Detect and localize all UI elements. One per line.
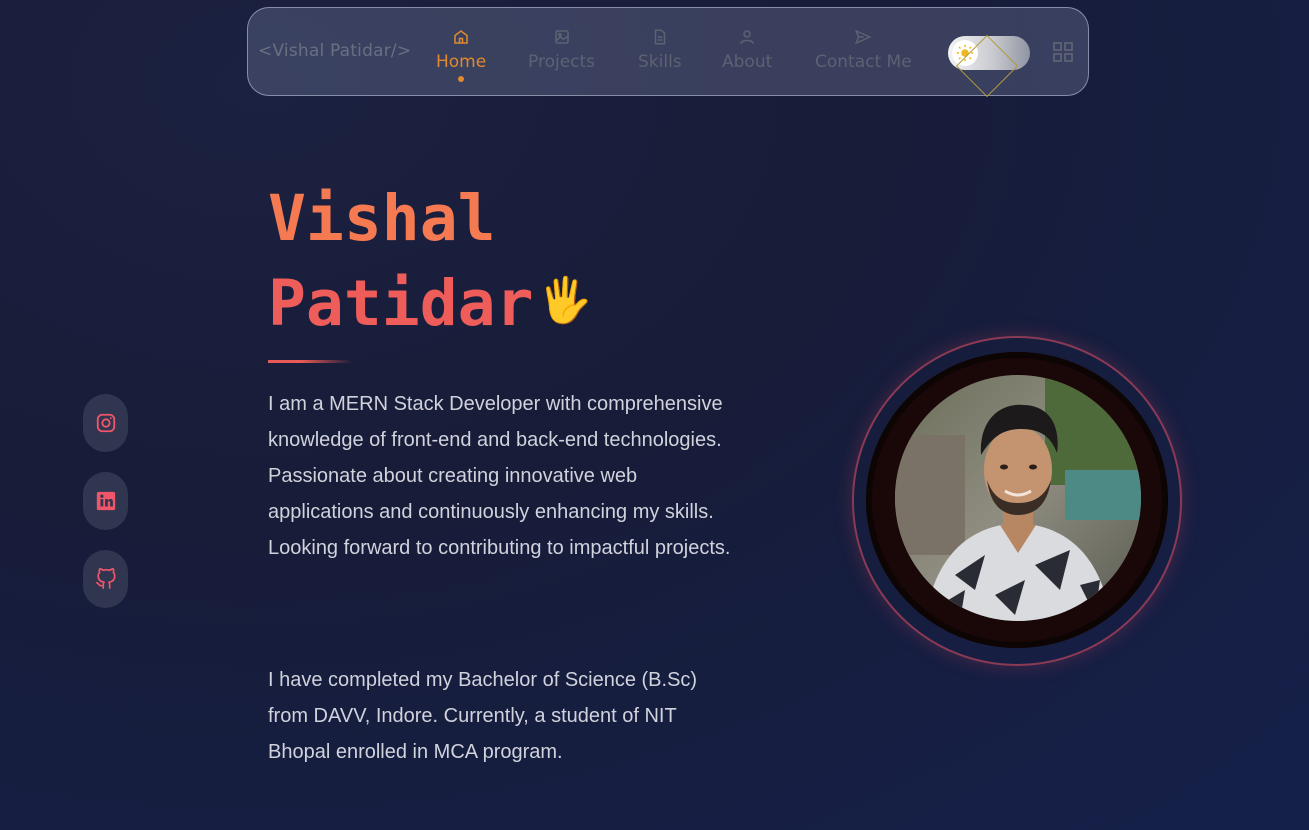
home-icon: [454, 30, 468, 44]
image-icon: [554, 30, 569, 44]
title-underline: [268, 360, 352, 363]
nav-contact-label: Contact Me: [815, 52, 912, 72]
intro-paragraph: I am a MERN Stack Developer with compreh…: [268, 393, 731, 559]
send-icon: [855, 29, 872, 45]
wave-emoji: 🖐: [537, 275, 593, 326]
nav-about-label: About: [722, 52, 773, 72]
nav-home-label: Home: [436, 52, 487, 72]
github-link[interactable]: [83, 550, 128, 608]
github-icon: [95, 568, 116, 589]
nav-home[interactable]: Home: [436, 28, 486, 82]
nav-skills-label: Skills: [638, 52, 682, 72]
nav-projects-label: Projects: [528, 52, 596, 72]
document-icon: [654, 29, 666, 45]
instagram-link[interactable]: [83, 394, 128, 452]
grid-icon[interactable]: [1053, 42, 1073, 62]
brand-logo[interactable]: <Vishal Patidar/>: [258, 41, 411, 61]
education-paragraph: I have completed my Bachelor of Science …: [268, 669, 698, 763]
instagram-icon: [96, 413, 115, 433]
navbar: <Vishal Patidar/> Home Projects Skills A…: [247, 7, 1089, 98]
hero-name: Vishal Patidar🖐: [268, 178, 592, 345]
nav-skills[interactable]: Skills: [638, 28, 682, 72]
nav-projects[interactable]: Projects: [528, 28, 595, 72]
name-first: Vishal: [268, 182, 496, 255]
user-icon: [740, 30, 754, 44]
nav-contact[interactable]: Contact Me: [815, 28, 912, 72]
nav-about[interactable]: About: [722, 28, 772, 72]
name-last: Patidar: [268, 267, 534, 340]
profile-photo: [895, 375, 1141, 621]
active-indicator: [458, 76, 465, 82]
linkedin-icon: [96, 491, 115, 511]
linkedin-link[interactable]: [83, 472, 128, 530]
